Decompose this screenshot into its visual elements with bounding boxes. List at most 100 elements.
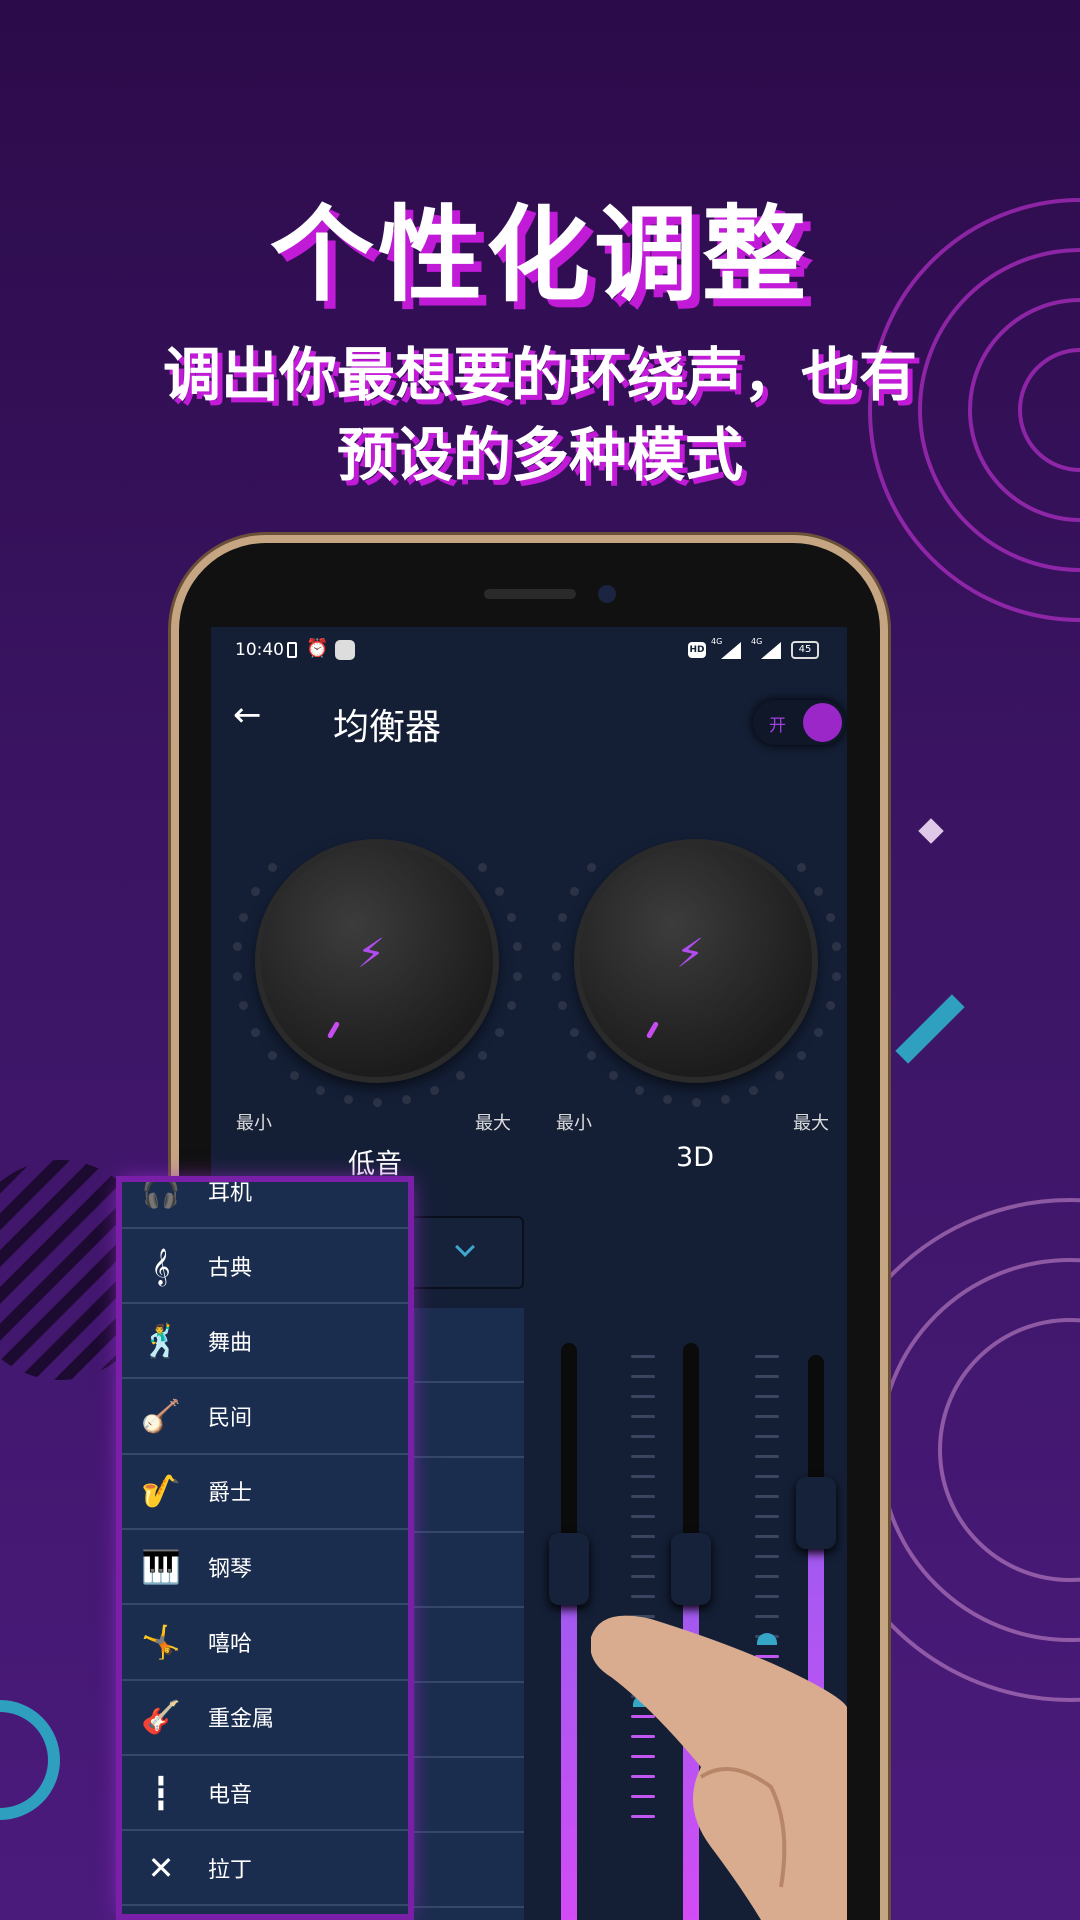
decor-check [895,994,965,1064]
knob-dot [477,1051,487,1061]
knob-dot [373,1098,382,1107]
slider-tick [631,1375,655,1378]
preset-menu-item[interactable]: 🎹 钢琴 [122,1530,408,1606]
decor-ring [878,1258,1080,1642]
slider-thumb[interactable] [671,1532,711,1605]
slider-tick [631,1535,655,1538]
knob-dot [796,862,806,872]
preset-menu-item[interactable]: 🪕 民间 [122,1380,408,1455]
preset-menu-item[interactable]: 🎧 耳机 [122,1182,408,1229]
preset-menu-item[interactable]: 🎸 重金属 [122,1681,408,1756]
knob-dot [634,1085,644,1095]
knob-dot [832,971,842,981]
knob-dot [609,1071,619,1081]
decor-ring-teal [0,1700,60,1820]
knob-dot [343,1094,353,1104]
knob-dot [557,1000,567,1010]
preset-menu-label: 电音 [208,1782,253,1808]
preset-menu-label: 耳机 [208,1182,253,1206]
slider-tick [755,1395,779,1398]
bass-min-label: 最小 [236,1113,272,1134]
knob-dot [268,1051,278,1061]
equalizer-toggle[interactable]: 开 [753,700,845,745]
preset-menu-item[interactable]: 🤸 嘻哈 [122,1606,408,1681]
promo-subtitle: 调出你最想要的环绕声，也有 预设的多种模式 [0,335,1080,495]
preset-menu-label: 爵士 [208,1481,253,1507]
preset-menu-label: 古典 [208,1255,253,1281]
slider-tick [755,1375,779,1378]
status-time: 10:40 [235,640,284,660]
knob-dot [507,913,517,923]
preset-menu-item[interactable]: 𝄞 古典 [122,1229,408,1304]
preset-dropdown[interactable] [404,1216,524,1289]
slider-tick [755,1515,779,1518]
slider-tick [631,1475,655,1478]
knob-dot [507,1000,517,1010]
bass-knob[interactable]: ⚡ [261,845,493,1077]
back-button[interactable]: ← [233,695,262,735]
equalizer-icon: ┇ [151,1773,171,1812]
promo-title: 个性化调整 [269,194,810,316]
lightning-icon: ⚡ [676,931,705,977]
knob-dot [551,942,561,952]
knob-dot [814,1027,824,1037]
knob-dot [513,971,523,981]
3d-knob[interactable]: ⚡ [580,845,812,1077]
preset-menu-item[interactable]: ✕ 拉丁 [122,1831,408,1907]
slider-tick [755,1595,779,1598]
slider-tick [631,1495,655,1498]
knob-dot [692,1098,701,1107]
knob-dot [796,1051,806,1061]
preset-menu-item[interactable]: 🕺 舞曲 [122,1304,408,1380]
slider-tick [755,1495,779,1498]
knob-dot [315,1085,325,1095]
knob-dot [814,886,824,896]
alarm-icon: ⏰ [306,638,329,659]
pointing-hand [591,1615,847,1920]
promo-subtitle-line2: 预设的多种模式 [336,421,743,489]
knob-dot [832,942,842,952]
signal-icon [721,642,741,659]
slider-fill [561,1602,577,1920]
bass-max-label: 最大 [475,1113,511,1134]
slider-tick [755,1575,779,1578]
bass-label: 低音 [348,1149,402,1180]
saxophone-icon: 🎷 [141,1472,181,1511]
3d-label: 3D [676,1142,714,1173]
preset-menu-label: 嘻哈 [208,1632,253,1657]
slider-tick [755,1475,779,1478]
headphones-icon: 🎧 [141,1182,181,1210]
knob-dot [455,1071,465,1081]
knob-dot [569,1027,579,1037]
phone-speaker [484,589,576,599]
decor-ring [938,1318,1080,1582]
knob-indicator [645,1020,660,1040]
preset-menu-item[interactable]: 🎷 爵士 [122,1455,408,1530]
knob-dot [250,886,260,896]
lightning-icon: ⚡ [357,931,386,977]
signal-icon [761,642,781,659]
knob-dot [826,913,836,923]
knob-indicator [326,1020,341,1040]
knob-dot [268,862,278,872]
slider-thumb[interactable] [796,1477,836,1550]
knob-dot [826,1000,836,1010]
chevron-down-icon [455,1237,475,1257]
knob-dot [587,1051,597,1061]
slider-tick [631,1575,655,1578]
vibrate-icon [287,642,297,658]
slider-tick [755,1535,779,1538]
slider-tick [755,1435,779,1438]
slider-thumb[interactable] [549,1532,589,1605]
page-title: 均衡器 [333,707,442,748]
preset-menu-item[interactable]: ┇ 电音 [122,1756,408,1832]
preset-menu: 🎧 耳机 𝄞 古典 🕺 舞曲 🪕 民间 🎷 爵士 🎹 钢琴 🤸 嘻哈 🎸 重金属 ┇ 电音 ✕ 拉丁 [122,1182,408,1914]
preset-menu-label: 舞曲 [208,1330,253,1356]
slider-tick [755,1455,779,1458]
hd-icon: HD [688,642,706,658]
promo-subtitle-line1: 调出你最想要的环绕声，也有 [162,341,917,409]
slider-tick [631,1515,655,1518]
breakdance-icon: 🤸 [141,1623,181,1661]
knob-dot [495,1027,505,1037]
knob-dot [495,886,505,896]
